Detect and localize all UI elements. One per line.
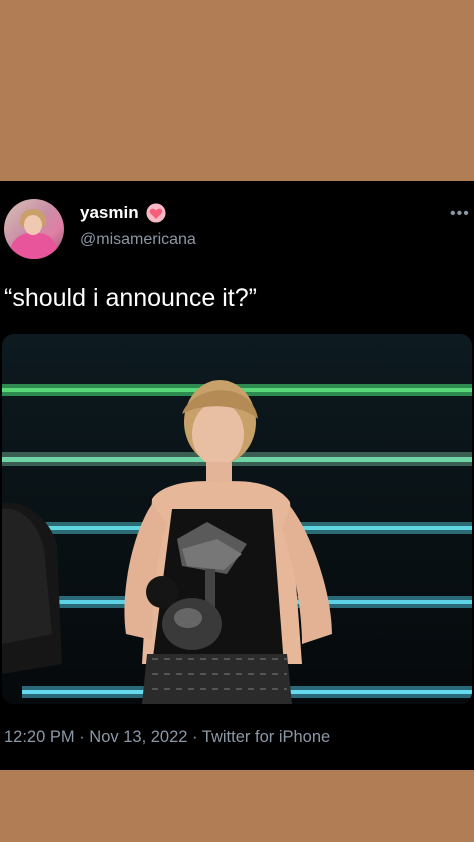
tweet-timestamp[interactable]: 12:20 PM · Nov 13, 2022 · Twitter for iP…: [4, 728, 330, 747]
tweet-text: “should i announce it?”: [4, 284, 257, 312]
display-name[interactable]: yasmin: [80, 203, 139, 223]
avatar[interactable]: [4, 199, 64, 259]
display-name-row[interactable]: yasmin: [80, 203, 167, 223]
user-handle[interactable]: @misamericana: [80, 231, 196, 249]
stage-photo: [2, 334, 472, 704]
more-icon[interactable]: •••: [450, 205, 470, 223]
heart-icon: [146, 203, 166, 223]
tweet-media-photo[interactable]: [2, 334, 472, 704]
